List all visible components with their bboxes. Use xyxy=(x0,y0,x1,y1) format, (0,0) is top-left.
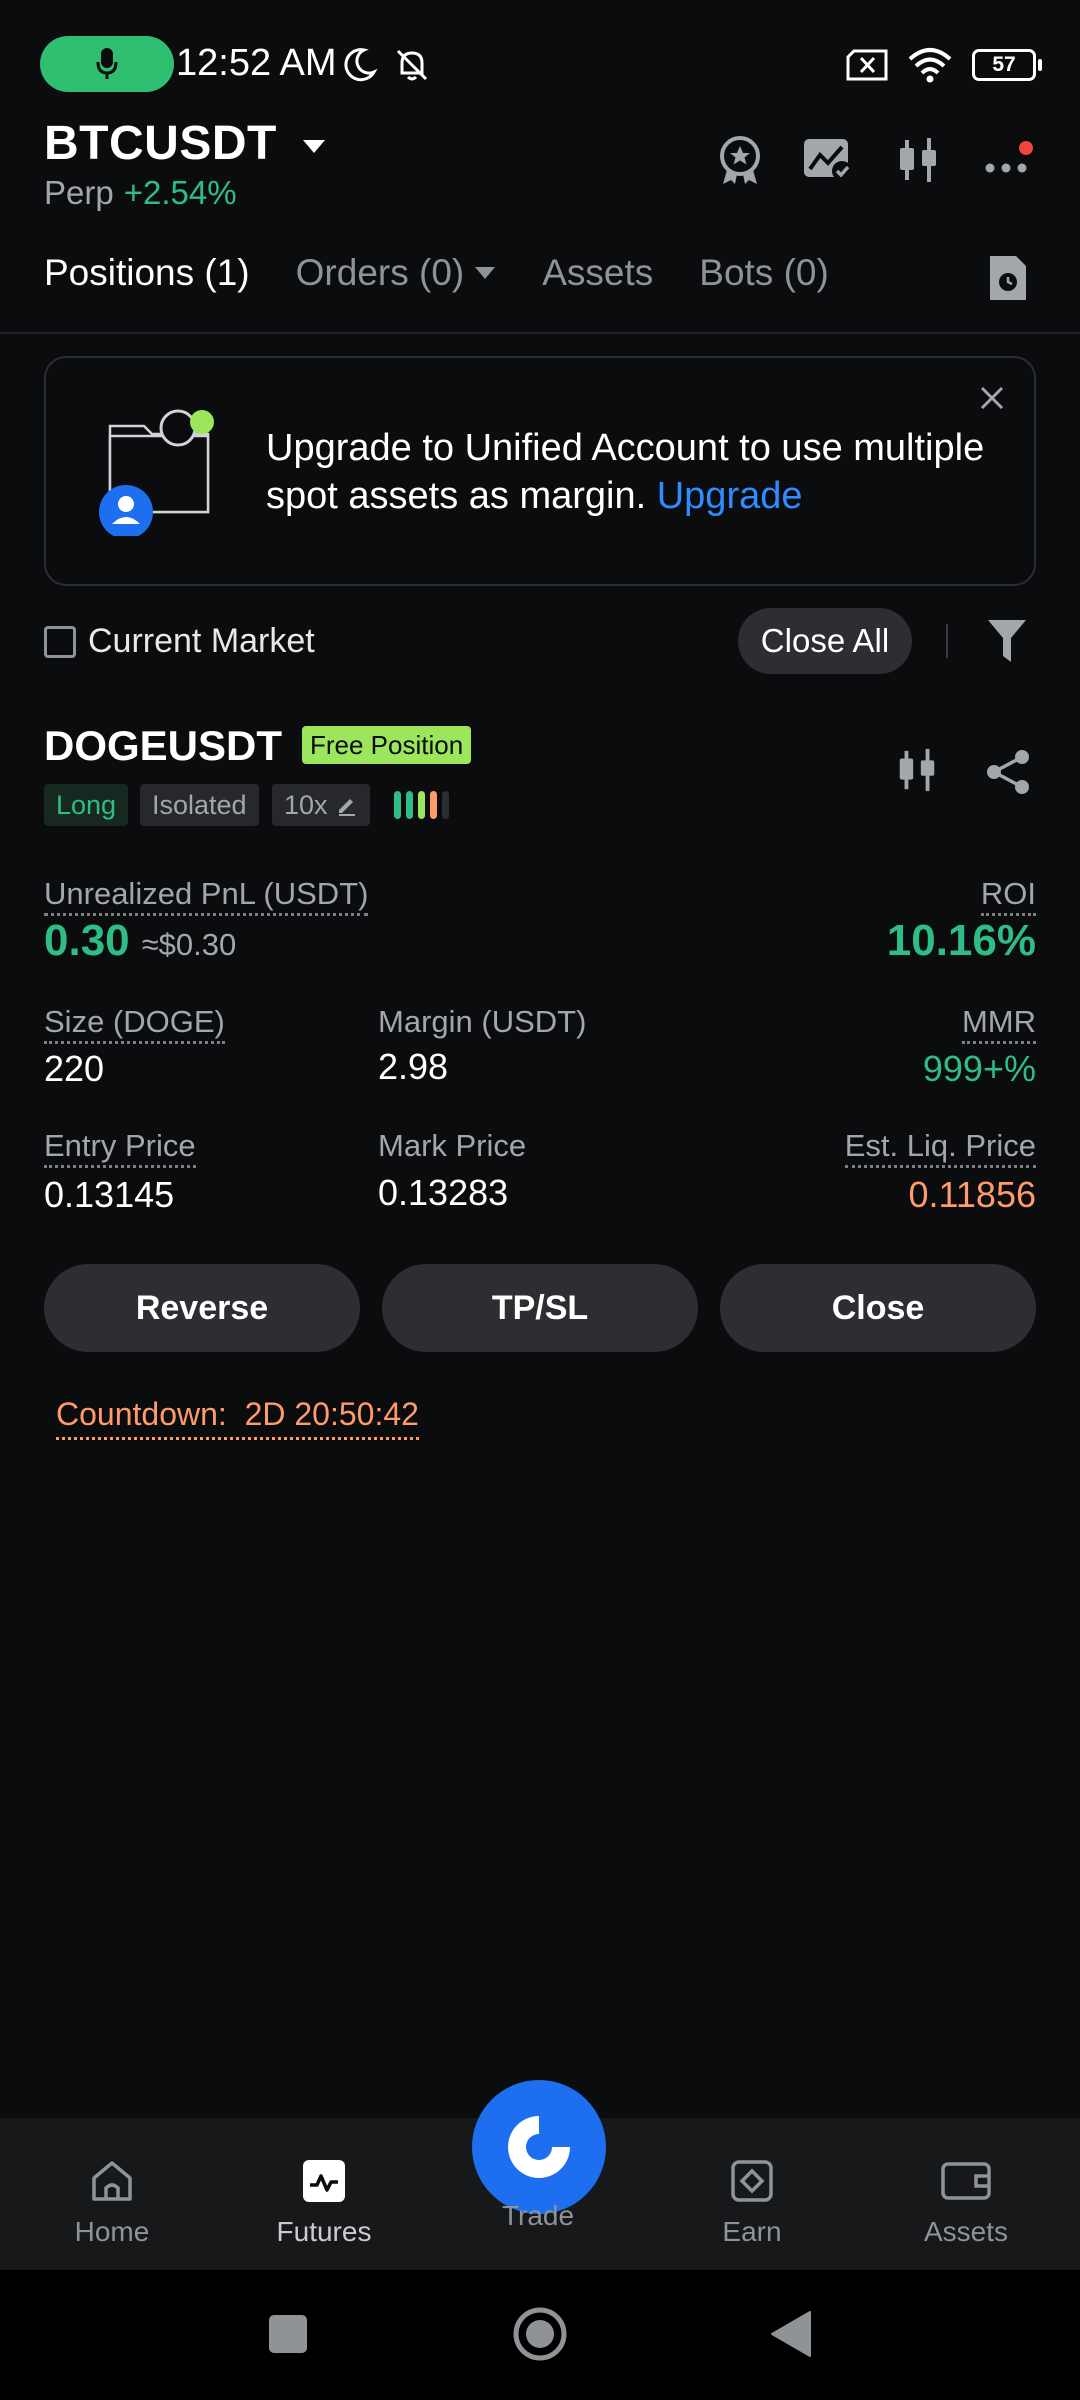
caret-down-icon xyxy=(302,140,325,154)
status-time: 12:52 AM xyxy=(176,42,337,84)
circle-icon xyxy=(513,2307,567,2361)
bell-off-icon xyxy=(396,49,428,81)
chart-settings-icon[interactable] xyxy=(800,132,856,188)
adl-indicator xyxy=(394,791,449,819)
close-position-button[interactable]: Close xyxy=(720,1264,1036,1352)
current-market-checkbox[interactable] xyxy=(44,626,76,658)
nav-assets-label: Assets xyxy=(923,2216,1009,2247)
margin-value: 2.98 xyxy=(378,1046,449,1087)
leverage-tag[interactable]: 10x xyxy=(272,784,370,826)
position-chart-icon[interactable] xyxy=(894,746,940,799)
close-icon xyxy=(980,386,1004,410)
unrealized-pnl-label[interactable]: Unrealized PnL (USDT) xyxy=(44,876,369,916)
position-symbol[interactable]: DOGEUSDT xyxy=(44,722,282,770)
mmr-value: 999+% xyxy=(922,1048,1036,1089)
home-icon xyxy=(92,2161,132,2201)
wallet-icon xyxy=(941,2162,991,2200)
trade-button[interactable] xyxy=(472,2080,606,2214)
sim-off-icon xyxy=(846,49,888,81)
earn-icon xyxy=(731,2160,773,2202)
recent-apps-button[interactable] xyxy=(268,2314,308,2359)
futures-icon xyxy=(303,2160,345,2202)
filter-separator xyxy=(946,624,948,658)
mark-price-label: Mark Price xyxy=(378,1128,527,1163)
countdown-label: Countdown: xyxy=(56,1396,227,1432)
wifi-icon xyxy=(908,48,952,83)
nav-assets[interactable]: Assets xyxy=(886,2158,1046,2248)
nav-futures-label: Futures xyxy=(276,2216,372,2247)
entry-price-value: 0.13145 xyxy=(44,1174,175,1215)
microphone-indicator[interactable] xyxy=(40,36,174,92)
tab-positions[interactable]: Positions (1) xyxy=(44,252,250,294)
liq-price-value: 0.11856 xyxy=(908,1174,1036,1215)
tab-orders[interactable]: Orders (0) xyxy=(296,252,497,294)
upgrade-link[interactable]: Upgrade xyxy=(657,475,803,517)
contract-info: Perp +2.54% xyxy=(44,174,237,212)
liq-price-label[interactable]: Est. Liq. Price xyxy=(844,1128,1036,1168)
countdown-value: 2D 20:50:42 xyxy=(244,1396,419,1432)
banner-close-button[interactable] xyxy=(970,376,1014,420)
entry-price-label[interactable]: Entry Price xyxy=(44,1128,196,1168)
moon-icon xyxy=(344,48,378,82)
caret-down-icon xyxy=(475,267,496,279)
size-value: 220 xyxy=(44,1048,105,1089)
home-system-button[interactable] xyxy=(512,2306,568,2367)
nav-home-label: Home xyxy=(74,2216,150,2247)
upgrade-banner-text: Upgrade to Unified Account to use multip… xyxy=(266,424,1006,520)
more-options-icon[interactable] xyxy=(980,132,1036,188)
roi-value: 10.16% xyxy=(886,916,1036,965)
nav-earn[interactable]: Earn xyxy=(672,2158,832,2248)
countdown[interactable]: Countdown: 2D 20:50:42 xyxy=(56,1396,419,1440)
tab-assets[interactable]: Assets xyxy=(542,252,653,294)
back-button[interactable] xyxy=(770,2310,812,2363)
mmr-label[interactable]: MMR xyxy=(961,1004,1036,1044)
tpsl-button[interactable]: TP/SL xyxy=(382,1264,698,1352)
trade-logo-icon xyxy=(508,2116,570,2178)
unrealized-pnl-value: 0.30 xyxy=(44,916,130,965)
size-label[interactable]: Size (DOGE) xyxy=(44,1004,225,1044)
unrealized-pnl-usd: ≈$0.30 xyxy=(141,927,237,962)
status-left-icons xyxy=(340,40,432,90)
margin-mode-tag[interactable]: Isolated xyxy=(140,784,259,826)
battery-level: 57 xyxy=(992,53,1016,76)
tabs-divider xyxy=(0,332,1080,334)
rewards-icon[interactable] xyxy=(712,132,768,188)
share-icon[interactable] xyxy=(984,748,1032,801)
candlestick-chart-icon[interactable] xyxy=(890,132,946,188)
tab-orders-label: Orders (0) xyxy=(295,252,465,293)
free-position-badge: Free Position xyxy=(302,726,472,764)
filter-icon[interactable] xyxy=(986,618,1028,669)
price-change: +2.54% xyxy=(123,174,237,211)
upgrade-message: Upgrade to Unified Account to use multip… xyxy=(266,427,985,517)
tab-bots[interactable]: Bots (0) xyxy=(699,252,829,294)
margin-label: Margin (USDT) xyxy=(378,1004,587,1039)
nav-trade-label: Trade xyxy=(501,2200,575,2231)
nav-futures[interactable]: Futures xyxy=(244,2158,404,2248)
side-tag: Long xyxy=(44,784,129,826)
position-tabs: Positions (1) Orders (0) Assets Bots (0) xyxy=(44,252,829,294)
unrealized-pnl: 0.30 ≈$0.30 xyxy=(44,916,236,966)
back-triangle-icon xyxy=(771,2311,811,2357)
upgrade-banner: Upgrade to Unified Account to use multip… xyxy=(44,356,1036,586)
reverse-button[interactable]: Reverse xyxy=(44,1264,360,1352)
unified-account-illustration xyxy=(99,409,214,536)
status-right-icons: 57 xyxy=(846,40,1042,90)
history-document-icon[interactable] xyxy=(986,254,1030,307)
leverage-value: 10x xyxy=(284,789,328,820)
symbol-selector[interactable]: BTCUSDT xyxy=(44,116,327,171)
nav-home[interactable]: Home xyxy=(32,2158,192,2248)
square-icon xyxy=(269,2315,307,2353)
battery-icon: 57 xyxy=(972,49,1042,81)
close-all-button[interactable]: Close All xyxy=(738,608,912,674)
contract-type: Perp xyxy=(44,174,114,211)
mark-price-value: 0.13283 xyxy=(378,1172,509,1213)
nav-trade[interactable]: Trade xyxy=(458,2200,618,2232)
edit-pencil-icon xyxy=(338,799,355,816)
current-market-label[interactable]: Current Market xyxy=(88,622,315,661)
roi-label[interactable]: ROI xyxy=(980,876,1036,916)
symbol-name: BTCUSDT xyxy=(44,117,277,170)
microphone-icon xyxy=(96,48,118,79)
nav-earn-label: Earn xyxy=(722,2216,782,2247)
